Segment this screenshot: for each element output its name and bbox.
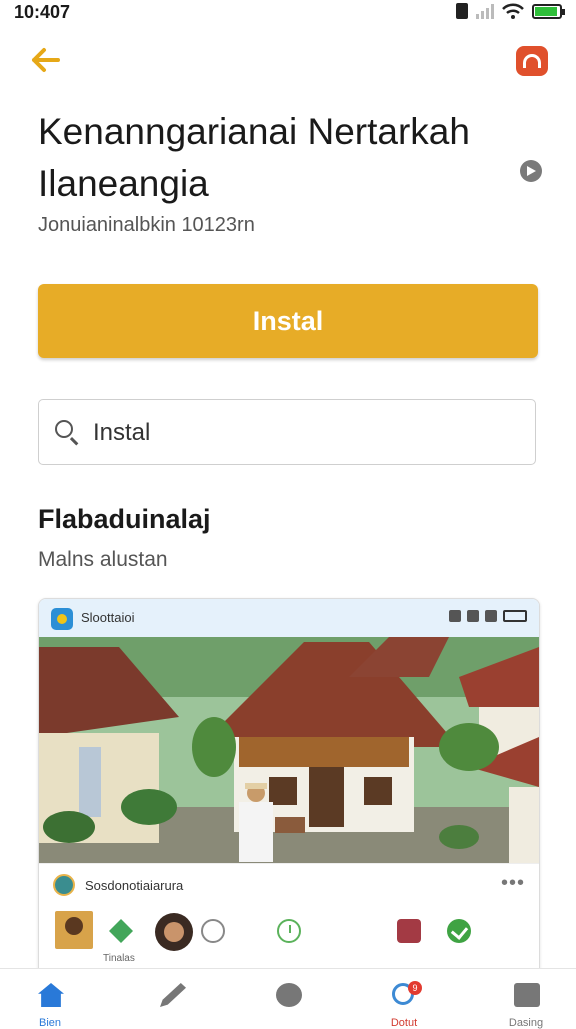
nav-label: Dasing [508, 1017, 544, 1029]
nav-item-profile[interactable]: Dasing [478, 969, 574, 1029]
nav-item-write[interactable] [124, 969, 220, 1025]
avatar[interactable] [155, 913, 193, 951]
back-button[interactable] [28, 42, 64, 78]
more-horizontal-icon[interactable]: ••• [501, 872, 525, 895]
battery-icon [532, 3, 565, 19]
check-icon[interactable] [447, 919, 471, 943]
clock-icon[interactable] [277, 919, 301, 943]
bottom-nav: Bien 9 Dotut Dasing [0, 968, 576, 1029]
install-button[interactable]: Instal [38, 284, 538, 358]
arrow-left-icon [32, 48, 60, 72]
pen-icon [160, 983, 186, 1007]
card-meta-row: Sosdonotiaiarura ••• [39, 863, 539, 908]
globe-icon [53, 874, 75, 896]
play-icon[interactable] [520, 160, 542, 182]
home-icon [38, 983, 64, 1007]
section-title: Flabaduinalaj [38, 504, 211, 534]
section-subtitle: Malns alustan [38, 548, 168, 571]
card-indicators [449, 610, 527, 622]
signal-icon [476, 3, 494, 19]
app-title: Kenanngarianai Nertarkah Ilaneangia [38, 111, 470, 204]
screenshot-card[interactable]: Sloottaioi Sosdonotiaiarura ••• Tinalas [38, 598, 540, 980]
avatar[interactable] [55, 911, 93, 949]
card-meta-label: Sosdonotiaiarura [85, 878, 184, 893]
status-time: 10:407 [14, 2, 71, 22]
circle-icon [276, 983, 302, 1007]
cloud-icon[interactable] [201, 919, 225, 943]
nav-label: Bien [38, 1017, 62, 1029]
search-box[interactable] [38, 399, 536, 465]
tag-icon[interactable] [397, 919, 421, 943]
village-photo [39, 637, 539, 863]
app-subtitle: Jonuianinalbkin 10123rn [38, 214, 255, 236]
notification-badge: 9 [408, 981, 422, 995]
profile-icon [514, 983, 540, 1007]
search-icon [55, 420, 73, 438]
wifi-icon [502, 3, 524, 19]
app-badge-icon[interactable] [516, 46, 548, 76]
card-app-name: Sloottaioi [81, 610, 135, 625]
nav-item-home[interactable]: Bien [2, 969, 98, 1029]
nav-item-circle[interactable] [240, 969, 336, 1025]
alarm-icon [456, 3, 468, 19]
status-indicators [456, 3, 565, 19]
actions-caption: Tinalas [103, 953, 135, 964]
search-input[interactable] [91, 414, 515, 452]
app-logo-icon [51, 608, 73, 630]
status-bar: 10:407 [0, 0, 576, 26]
card-status-bar: Sloottaioi [39, 599, 539, 637]
nav-item-search[interactable]: 9 Dotut [356, 969, 452, 1029]
sparkle-icon[interactable] [109, 919, 133, 943]
nav-label: Dotut [390, 1017, 418, 1029]
